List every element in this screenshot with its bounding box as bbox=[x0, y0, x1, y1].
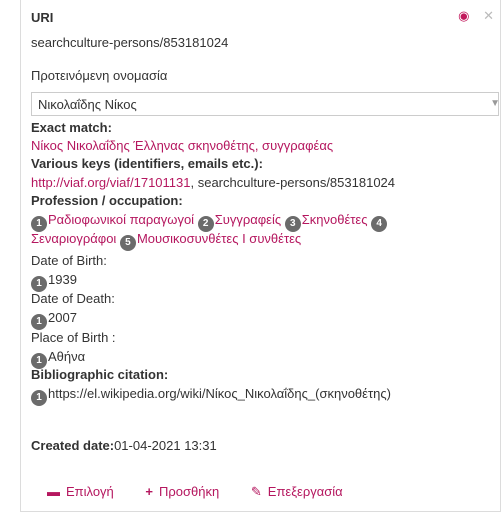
citation-row: 1 https://el.wikipedia.org/wiki/Νίκος_Νικ… bbox=[31, 386, 391, 406]
birth-date-value: 1939 bbox=[48, 272, 77, 287]
chevron-down-icon: ▼ bbox=[490, 98, 500, 109]
death-date-row: 1 2007 bbox=[31, 310, 77, 330]
created-date: Created date:01-04-2021 13:31 bbox=[31, 438, 217, 453]
birth-date-label: Date of Birth: bbox=[31, 253, 107, 268]
proposed-name-value: Νικολαΐδης Νίκος bbox=[38, 97, 137, 112]
birth-date-row: 1 1939 bbox=[31, 272, 77, 292]
created-date-value: 01-04-2021 13:31 bbox=[114, 438, 217, 453]
action-bar: ▬ Επιλογή + Προσθήκη ✎ Επεξεργασία bbox=[47, 484, 371, 500]
exact-match-label: Exact match: bbox=[31, 120, 112, 135]
number-badge: 2 bbox=[197, 216, 214, 232]
panel-title: URI bbox=[31, 10, 54, 25]
birth-place-row: 1 Αθήνα bbox=[31, 349, 85, 369]
edit-icon: ✎ bbox=[250, 484, 262, 499]
uri-panel: URI ◉ ✕ searchculture-persons/853181024 … bbox=[20, 0, 501, 512]
close-icon[interactable]: ✕ bbox=[483, 8, 494, 23]
panel-header-icons: ◉ ✕ bbox=[458, 8, 494, 24]
add-button[interactable]: + Προσθήκη bbox=[145, 484, 219, 499]
citation-value: https://el.wikipedia.org/wiki/Νίκος_Νικο… bbox=[48, 386, 391, 401]
birth-place-label: Place of Birth : bbox=[31, 330, 116, 345]
profession-row-2: Σεναριογράφοι 5 Μουσικοσυνθέτες I συνθέτε… bbox=[31, 231, 301, 251]
profession-row-1: 1 Ραδιοφωνικοί παραγωγοί 2 Συγγραφείς 3 Σκη… bbox=[31, 212, 388, 232]
keys-rest: , searchculture-persons/853181024 bbox=[190, 175, 396, 190]
number-badge: 1 bbox=[31, 390, 47, 406]
profession-link[interactable]: Σεναριογράφοι bbox=[31, 231, 116, 246]
number-badge: 5 bbox=[119, 235, 136, 251]
number-badge: 4 bbox=[371, 216, 388, 232]
created-date-label: Created date: bbox=[31, 438, 115, 453]
number-badge: 1 bbox=[31, 276, 47, 292]
number-badge: 1 bbox=[31, 216, 47, 232]
select-icon: ▬ bbox=[47, 484, 60, 499]
death-date-label: Date of Death: bbox=[31, 291, 115, 306]
uri-value: searchculture-persons/853181024 bbox=[31, 35, 229, 50]
viaf-link[interactable]: http://viaf.org/viaf/17101131 bbox=[31, 175, 190, 190]
profession-link[interactable]: Σκηνοθέτες bbox=[302, 212, 368, 227]
select-button[interactable]: ▬ Επιλογή bbox=[47, 484, 114, 499]
profession-link[interactable]: Μουσικοσυνθέτες I συνθέτες bbox=[137, 231, 301, 246]
number-badge: 3 bbox=[284, 216, 301, 232]
profession-link[interactable]: Ραδιοφωνικοί παραγωγοί bbox=[48, 212, 194, 227]
profession-link[interactable]: Συγγραφείς bbox=[215, 212, 281, 227]
plus-icon: + bbox=[145, 484, 154, 499]
number-badge: 1 bbox=[31, 314, 47, 330]
edit-button[interactable]: ✎ Επεξεργασία bbox=[251, 484, 343, 500]
keys-label: Various keys (identifiers, emails etc.): bbox=[31, 156, 263, 171]
profession-label: Profession / occupation: bbox=[31, 193, 183, 208]
eye-icon[interactable]: ◉ bbox=[458, 8, 469, 23]
birth-place-value: Αθήνα bbox=[48, 349, 86, 364]
citation-label: Bibliographic citation: bbox=[31, 367, 169, 382]
exact-match-value[interactable]: Νίκος Νικολαΐδης Έλληνας σκηνοθέτης, συγ… bbox=[31, 138, 333, 153]
proposed-name-select[interactable]: Νικολαΐδης Νίκος ▼ bbox=[31, 92, 500, 116]
keys-value: http://viaf.org/viaf/17101131, searchcul… bbox=[31, 175, 395, 190]
death-date-value: 2007 bbox=[48, 310, 77, 325]
proposed-name-label: Προτεινόμενη ονομασία bbox=[31, 68, 168, 83]
